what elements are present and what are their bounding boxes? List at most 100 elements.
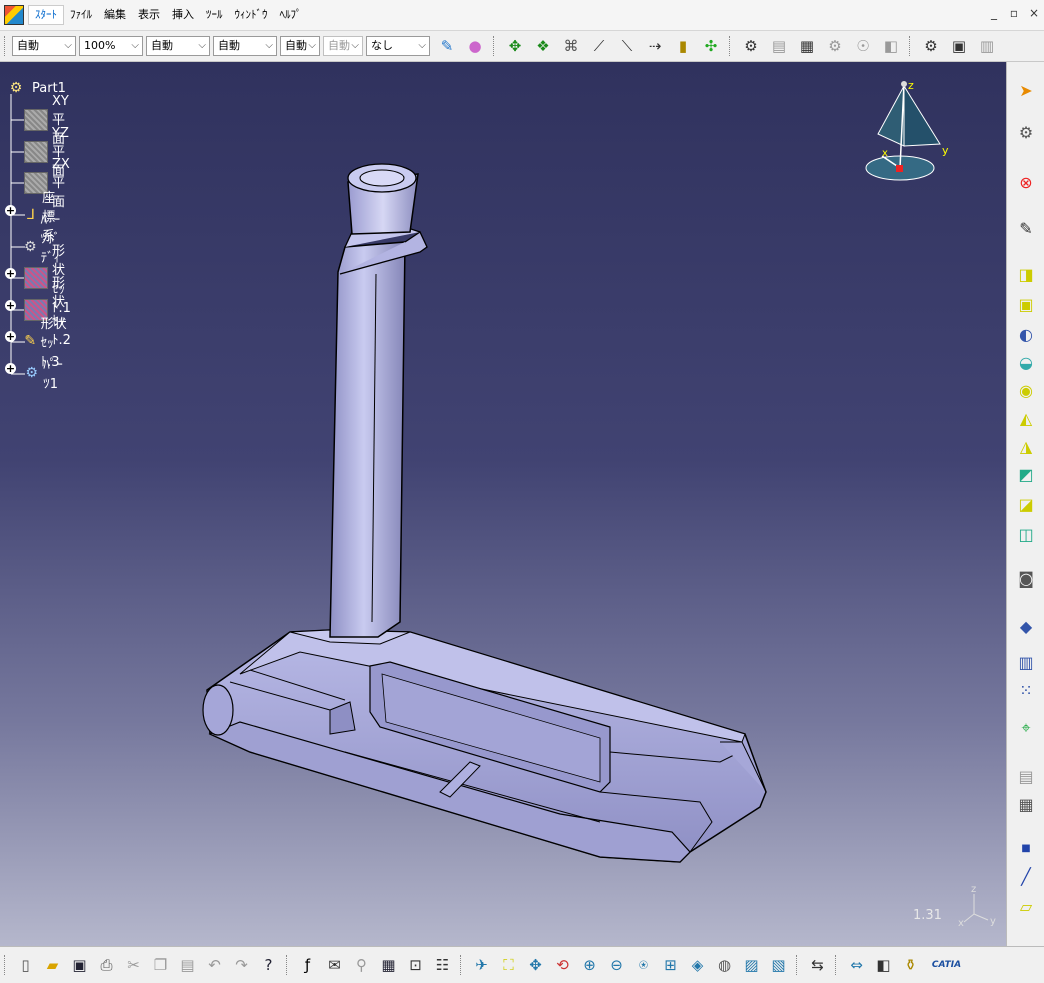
expand-icon[interactable]: + bbox=[5, 268, 16, 279]
comment-icon[interactable]: ✉ bbox=[324, 953, 346, 977]
measure-icon[interactable]: ⚲ bbox=[351, 953, 373, 977]
pattern-icon[interactable]: ▥ bbox=[1014, 650, 1038, 674]
transparency-combo[interactable]: 100% ⌵ bbox=[79, 36, 143, 56]
pad-icon[interactable]: ◨ bbox=[1014, 262, 1038, 286]
toolbar-grip[interactable] bbox=[493, 36, 497, 56]
expand-icon[interactable]: + bbox=[5, 300, 16, 311]
menu-tools[interactable]: ﾂｰﾙ bbox=[200, 0, 229, 30]
scan-icon[interactable]: ▤ bbox=[767, 34, 791, 58]
shading-icon[interactable]: ◍ bbox=[714, 953, 736, 977]
menu-view[interactable]: 表示 bbox=[132, 0, 166, 30]
measure-icon[interactable]: ⟍ bbox=[615, 34, 639, 58]
fit-all-icon[interactable]: ⛶ bbox=[498, 953, 520, 977]
pick-point-icon[interactable]: ⟋ bbox=[587, 34, 611, 58]
menu-start[interactable]: ｽﾀｰﾄ bbox=[28, 5, 64, 25]
knowledge-icon[interactable]: ⚙ bbox=[823, 34, 847, 58]
minimize-button[interactable]: _ bbox=[986, 6, 1002, 20]
sketch-gear-icon[interactable]: ⚙ bbox=[1014, 120, 1038, 144]
move-compass-icon[interactable]: ✥ bbox=[503, 34, 527, 58]
tree-item-geoset-3[interactable]: ✎ 形状ｾｯﾄ.3 bbox=[24, 317, 71, 370]
bottle-icon[interactable]: ⚱ bbox=[900, 953, 922, 977]
stop-icon[interactable]: ⊗ bbox=[1014, 170, 1038, 194]
expand-icon[interactable]: + bbox=[5, 331, 16, 342]
hole-icon[interactable]: ◉ bbox=[1014, 378, 1038, 402]
lock-icon[interactable]: ⊡ bbox=[405, 953, 427, 977]
new-file-icon[interactable]: ▯ bbox=[15, 953, 37, 977]
multi-view-icon[interactable]: ⊞ bbox=[660, 953, 682, 977]
toolbar-grip[interactable] bbox=[909, 36, 913, 56]
fly-mode-icon[interactable]: ✈ bbox=[471, 953, 493, 977]
copy-icon[interactable]: ❐ bbox=[150, 953, 172, 977]
expand-icon[interactable]: + bbox=[5, 363, 16, 374]
expand-icon[interactable]: + bbox=[5, 205, 16, 216]
menu-edit[interactable]: 編集 bbox=[98, 0, 132, 30]
sketch-icon[interactable]: ✎ bbox=[1014, 216, 1038, 240]
compass-icon[interactable]: z y x bbox=[862, 74, 952, 184]
dimension-icon[interactable]: ⇢ bbox=[643, 34, 667, 58]
toolbar-grip[interactable] bbox=[286, 955, 290, 975]
close-button[interactable]: × bbox=[1026, 6, 1042, 20]
zoom-in-icon[interactable]: ⊕ bbox=[579, 953, 601, 977]
cut-icon[interactable]: ✂ bbox=[123, 953, 145, 977]
3d-viewport[interactable]: ⚙ Part1 XY平面 YZ平面 ZX平面 + ⅃ 座標系 ⚙ ﾊﾟｰﾂﾎﾞﾃ… bbox=[0, 62, 1006, 946]
menu-window[interactable]: ｳｨﾝﾄﾞｳ bbox=[229, 0, 274, 30]
redo-icon[interactable]: ↷ bbox=[231, 953, 253, 977]
whats-this-icon[interactable]: ? bbox=[258, 953, 280, 977]
iso-view-icon[interactable]: ◈ bbox=[687, 953, 709, 977]
hide-show-icon[interactable]: ▨ bbox=[741, 953, 763, 977]
toolbar-grip[interactable] bbox=[4, 36, 8, 56]
rib-icon[interactable]: ◭ bbox=[1014, 406, 1038, 430]
paste-icon[interactable]: ▤ bbox=[177, 953, 199, 977]
zoom-out-icon[interactable]: ⊖ bbox=[606, 953, 628, 977]
save-state-icon[interactable]: ▥ bbox=[975, 34, 999, 58]
render-style-combo[interactable]: なし ⌵ bbox=[366, 36, 430, 56]
menu-help[interactable]: ﾍﾙﾌﾟ bbox=[274, 0, 308, 30]
select-arrow-icon[interactable]: ➤ bbox=[1014, 78, 1038, 102]
point-icon[interactable]: ■ bbox=[1014, 836, 1038, 860]
formula-icon[interactable]: ƒ bbox=[297, 953, 319, 977]
toolbar-grip[interactable] bbox=[460, 955, 464, 975]
toolbar-grip[interactable] bbox=[796, 955, 800, 975]
measure-block-icon[interactable]: ▦ bbox=[1014, 792, 1038, 816]
reset-compass-icon[interactable]: ✣ bbox=[699, 34, 723, 58]
swap-visible-icon[interactable]: ▧ bbox=[768, 953, 790, 977]
edit-icon[interactable]: ▣ bbox=[947, 34, 971, 58]
catia-app-icon[interactable] bbox=[4, 5, 24, 25]
pocket-icon[interactable]: ▣ bbox=[1014, 292, 1038, 316]
toolbar-grip[interactable] bbox=[4, 955, 8, 975]
undo-icon[interactable]: ↶ bbox=[204, 953, 226, 977]
table-icon[interactable]: ▦ bbox=[378, 953, 400, 977]
normal-view-icon[interactable]: ⍟ bbox=[633, 953, 655, 977]
menu-file[interactable]: ﾌｧｲﾙ bbox=[64, 0, 98, 30]
inertia-icon[interactable]: ◧ bbox=[873, 953, 895, 977]
print-icon[interactable]: ⎙ bbox=[96, 953, 118, 977]
scaling-icon[interactable]: ⁙ bbox=[1014, 678, 1038, 702]
stiffener-icon[interactable]: ◩ bbox=[1014, 462, 1038, 486]
point-symbol-combo[interactable]: 自動 ⌵ bbox=[280, 36, 320, 56]
plane-icon[interactable]: ▱ bbox=[1014, 894, 1038, 918]
measure-item-icon[interactable]: ⇔ bbox=[846, 953, 868, 977]
line-thickness-combo[interactable]: 自動 ⌵ bbox=[146, 36, 210, 56]
putter-model[interactable] bbox=[0, 62, 1006, 946]
table-icon[interactable]: ▦ bbox=[795, 34, 819, 58]
slot-icon[interactable]: ◮ bbox=[1014, 434, 1038, 458]
paintbrush-icon[interactable]: ✎ bbox=[435, 34, 459, 58]
check-icon[interactable]: ☉ bbox=[851, 34, 875, 58]
restore-button[interactable]: ▫ bbox=[1006, 6, 1022, 20]
update-icon[interactable]: ⚙ bbox=[739, 34, 763, 58]
groove-icon[interactable]: ◒ bbox=[1014, 350, 1038, 374]
tree-item-parts-1[interactable]: ⚙ ﾊﾟｰﾂ1 bbox=[24, 358, 65, 392]
ruler-icon[interactable]: ▮ bbox=[671, 34, 695, 58]
rotate-icon[interactable]: ⟲ bbox=[552, 953, 574, 977]
save-icon[interactable]: ▣ bbox=[69, 953, 91, 977]
open-folder-icon[interactable]: ▰ bbox=[42, 953, 64, 977]
menu-insert[interactable]: 挿入 bbox=[166, 0, 200, 30]
analysis-icon[interactable]: ⚙ bbox=[919, 34, 943, 58]
pan-icon[interactable]: ✥ bbox=[525, 953, 547, 977]
fill-color-combo[interactable]: 自動 ⌵ bbox=[12, 36, 76, 56]
line-type-combo[interactable]: 自動 ⌵ bbox=[213, 36, 277, 56]
chamfer-icon[interactable]: ◆ bbox=[1014, 614, 1038, 638]
remove-loft-icon[interactable]: ◫ bbox=[1014, 522, 1038, 546]
manipulate-icon[interactable]: ⌘ bbox=[559, 34, 583, 58]
rule-icon[interactable]: ◧ bbox=[879, 34, 903, 58]
